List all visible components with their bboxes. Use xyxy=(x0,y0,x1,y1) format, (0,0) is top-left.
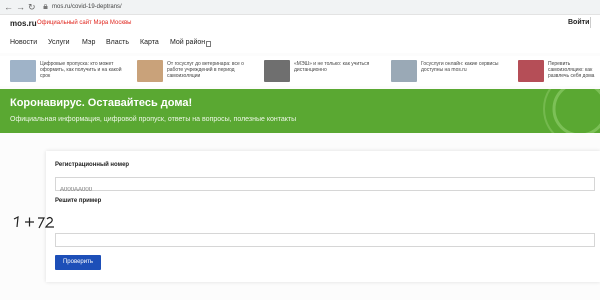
news-thumbnail xyxy=(137,60,163,82)
nav-item-my-district[interactable]: Мой район xyxy=(170,39,205,46)
news-thumbnail xyxy=(391,60,417,82)
address-bar[interactable]: mos.ru/covid-19-deptrans/ xyxy=(52,2,122,12)
logo[interactable]: mos.ru xyxy=(10,19,37,28)
lock-icon xyxy=(43,4,48,9)
captcha-image xyxy=(13,215,54,229)
chevron-icon xyxy=(206,41,211,47)
banner-decoration xyxy=(543,89,600,133)
captcha-label: Решите пример xyxy=(55,198,102,204)
main-nav: Новости Услуги Мэр Власть Карта Мой райо… xyxy=(0,35,600,53)
nav-item-map[interactable]: Карта xyxy=(140,39,159,46)
news-title: Цифровые пропуска: кто может оформить, к… xyxy=(40,61,122,79)
back-button[interactable]: ← xyxy=(4,1,13,13)
check-pass-form: Регистрационный номер Решите пример Пров… xyxy=(46,151,600,282)
news-title: Госуслуги онлайн: какие сервисы доступны… xyxy=(421,61,499,73)
banner-subtitle: Официальная информация, цифровой пропуск… xyxy=(10,116,297,123)
captcha-input[interactable] xyxy=(56,240,594,252)
news-strip: Цифровые пропуска: кто может оформить, к… xyxy=(0,56,600,86)
news-title: Перевить самоизоляцию: как развлечь себя… xyxy=(548,61,595,79)
news-thumbnail xyxy=(518,60,544,82)
news-thumbnail xyxy=(10,60,36,82)
divider xyxy=(590,17,591,28)
forward-button[interactable]: → xyxy=(16,1,25,13)
nav-item-mayor[interactable]: Мэр xyxy=(82,39,95,46)
site-subtitle: Официальный сайт Мэра Москвы xyxy=(37,20,132,26)
browser-toolbar: ← → ↻ mos.ru/covid-19-deptrans/ xyxy=(0,0,600,15)
nav-item-news[interactable]: Новости xyxy=(10,39,37,46)
nav-item-services[interactable]: Услуги xyxy=(48,39,70,46)
news-title: От госуслуг до ветеринара: все о работе … xyxy=(167,61,244,79)
site-header: mos.ru Официальный сайт Мэра Москвы Войт… xyxy=(0,15,600,35)
reg-number-label: Регистрационный номер xyxy=(55,162,130,168)
news-title: «МЭШ» и не только: как учиться дистанцио… xyxy=(294,61,370,73)
reload-button[interactable]: ↻ xyxy=(28,1,36,13)
reg-number-input[interactable] xyxy=(56,184,594,196)
covid-banner[interactable]: Коронавирус. Оставайтесь дома! Официальн… xyxy=(0,89,600,133)
reg-number-field-wrapper xyxy=(55,177,595,196)
submit-button[interactable]: Проверить xyxy=(55,255,101,270)
nav-item-government[interactable]: Власть xyxy=(106,39,129,46)
login-link[interactable]: Войти xyxy=(568,19,589,26)
banner-title: Коронавирус. Оставайтесь дома! xyxy=(10,97,193,109)
captcha-field-wrapper xyxy=(55,233,595,252)
news-thumbnail xyxy=(264,60,290,82)
